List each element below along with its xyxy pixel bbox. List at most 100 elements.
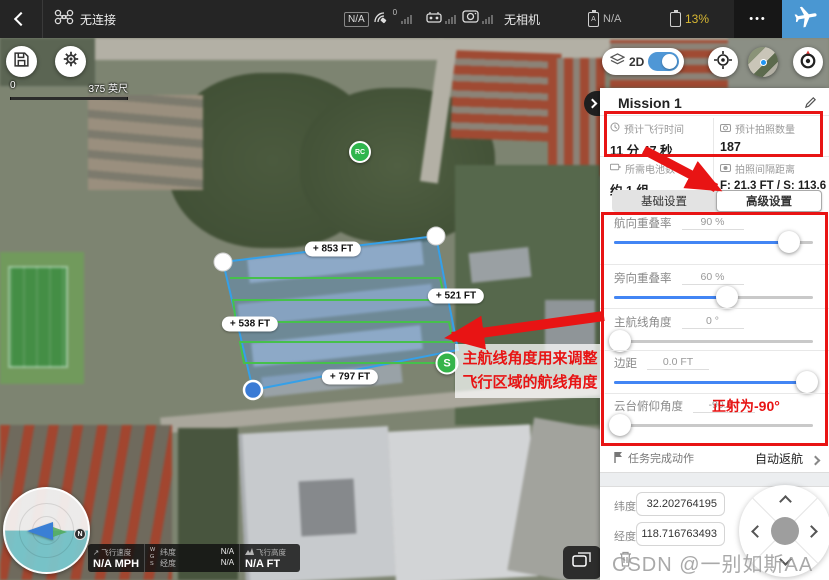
camera-signal[interactable]	[462, 0, 493, 38]
speed-label: 飞行速度	[101, 547, 131, 558]
aircraft-heading-arrow	[27, 522, 53, 540]
camera-icon	[462, 10, 479, 28]
nudge-right-button[interactable]	[805, 525, 818, 538]
slider-row-side-overlap: 旁向重叠率 60 %	[600, 270, 829, 310]
map-2d-toggle[interactable]	[648, 52, 679, 71]
device-battery-icon	[670, 12, 681, 27]
aircraft-battery-value: N/A	[603, 13, 621, 25]
stat-label: 预计飞行时间	[624, 121, 684, 136]
slider-value-input[interactable]: 0.0 FT	[647, 356, 709, 370]
scale-start: 0	[10, 80, 16, 95]
slider-thumb[interactable]	[716, 286, 738, 308]
device-battery-status[interactable]: 13%	[670, 0, 709, 38]
more-menu-button[interactable]: •••	[734, 0, 782, 38]
stat-photo-count: 预计拍照数量 187	[720, 121, 795, 154]
scale-bar-line	[10, 97, 128, 100]
speed-arrow-icon: ↗	[93, 548, 99, 557]
tab-basic-settings[interactable]: 基础设置	[612, 190, 716, 212]
map-mode-label: 2D	[629, 55, 644, 69]
back-chevron-icon	[14, 12, 28, 26]
latitude-field[interactable]: 32.202764195	[636, 492, 725, 516]
slider-row-margin: 边距 0.0 FT	[600, 355, 829, 395]
annotation-note-line1: 主航线角度用来调整	[462, 347, 597, 371]
annotation-gimbal-note: 正射为-90°	[712, 396, 780, 416]
slider-track[interactable]	[614, 241, 813, 244]
slider-track[interactable]	[614, 296, 813, 299]
slider-value-input[interactable]: 60 %	[682, 271, 744, 285]
edge-length-label: + 538 FT	[222, 317, 278, 332]
tab-advanced-settings[interactable]: 高级设置	[716, 190, 822, 212]
settings-tabs: 基础设置 高级设置	[612, 190, 822, 212]
longitude-label: 经度	[614, 528, 636, 544]
map-terrain-patch	[88, 95, 203, 190]
rc-signal[interactable]	[426, 0, 456, 38]
nudge-center-button[interactable]	[771, 517, 799, 545]
clock-icon	[610, 122, 620, 135]
slider-label: 主航线角度	[614, 314, 672, 330]
lat-label: 纬度	[160, 547, 176, 558]
slider-thumb[interactable]	[796, 371, 818, 393]
slider-row-course-overlap: 航向重叠率 90 %	[600, 215, 829, 255]
settings-button[interactable]	[55, 46, 86, 77]
gps-mode-badge: N/A	[344, 12, 369, 27]
device-battery-value: 13%	[685, 12, 709, 26]
nudge-left-button[interactable]	[751, 525, 764, 538]
remote-controller-icon	[426, 10, 442, 28]
lon-label: 经度	[160, 558, 176, 569]
aircraft-connection[interactable]: 无连接	[54, 0, 116, 38]
takeoff-button[interactable]	[782, 0, 829, 38]
gps-signal-bars-icon	[401, 15, 412, 24]
nudge-up-button[interactable]	[779, 495, 792, 508]
lon-value: N/A	[221, 558, 234, 569]
map-terrain-patch	[450, 50, 561, 142]
stat-value: 187	[720, 140, 795, 154]
slider-label: 旁向重叠率	[614, 270, 672, 286]
finish-action-row[interactable]: 任务完成动作 自动返航	[600, 446, 829, 470]
map-mode-pill: 2D	[602, 48, 684, 75]
longitude-field[interactable]: 118.716763493	[636, 522, 725, 546]
layers-icon	[610, 53, 625, 71]
locate-me-button[interactable]	[708, 47, 738, 77]
mission-title: Mission 1	[618, 95, 682, 111]
altitude-icon	[245, 548, 254, 557]
satellite-count: 0	[393, 8, 397, 17]
stat-flight-time: 预计飞行时间 11 分 47 秒	[610, 121, 684, 159]
edge-length-label: + 797 FT	[322, 370, 378, 385]
back-button[interactable]	[0, 0, 43, 38]
save-mission-button[interactable]	[6, 46, 37, 77]
wgs-icon: WGS	[150, 547, 157, 569]
reset-north-button[interactable]	[793, 47, 823, 77]
edge-length-label: + 521 FT	[428, 289, 484, 304]
drone-icon	[54, 9, 74, 30]
battery-count-icon	[610, 163, 621, 174]
chevron-right-icon	[588, 99, 598, 109]
soccer-field	[8, 266, 68, 368]
annotation-note: 主航线角度用来调整 飞行区域的航线角度	[455, 344, 605, 398]
slider-label: 边距	[614, 355, 637, 371]
minimap-button[interactable]	[748, 47, 778, 77]
slider-thumb[interactable]	[609, 330, 631, 352]
save-icon	[13, 51, 30, 73]
mission-settings-panel: Mission 1 预计飞行时间 11 分 47 秒 预计拍照数量 187 所需…	[600, 88, 829, 580]
slider-value-input[interactable]: 90 %	[682, 216, 744, 230]
slider-value-input[interactable]: 0 °	[682, 315, 744, 329]
slider-track[interactable]	[614, 381, 813, 384]
panel-separator	[600, 472, 829, 487]
slider-label: 航向重叠率	[614, 215, 672, 231]
slider-track[interactable]	[614, 424, 813, 427]
edit-mission-button[interactable]	[804, 96, 817, 112]
gimbal-fov-wedge	[53, 527, 67, 537]
slider-track[interactable]	[614, 340, 813, 343]
map-layers-icon	[572, 552, 592, 573]
map-building	[469, 247, 532, 283]
altitude-segment: 飞行高度 N/A FT	[239, 544, 291, 572]
finish-action-label: 任务完成动作	[628, 450, 694, 466]
slider-row-course-angle: 主航线角度 0 °	[600, 314, 829, 354]
map-layer-button[interactable]	[563, 546, 601, 579]
slider-thumb[interactable]	[778, 231, 800, 253]
altitude-label: 飞行高度	[256, 547, 286, 558]
slider-thumb[interactable]	[609, 414, 631, 436]
gps-status[interactable]: N/A 0	[344, 0, 412, 38]
aircraft-battery-status[interactable]: A N/A	[588, 0, 621, 38]
interval-icon	[720, 163, 731, 175]
